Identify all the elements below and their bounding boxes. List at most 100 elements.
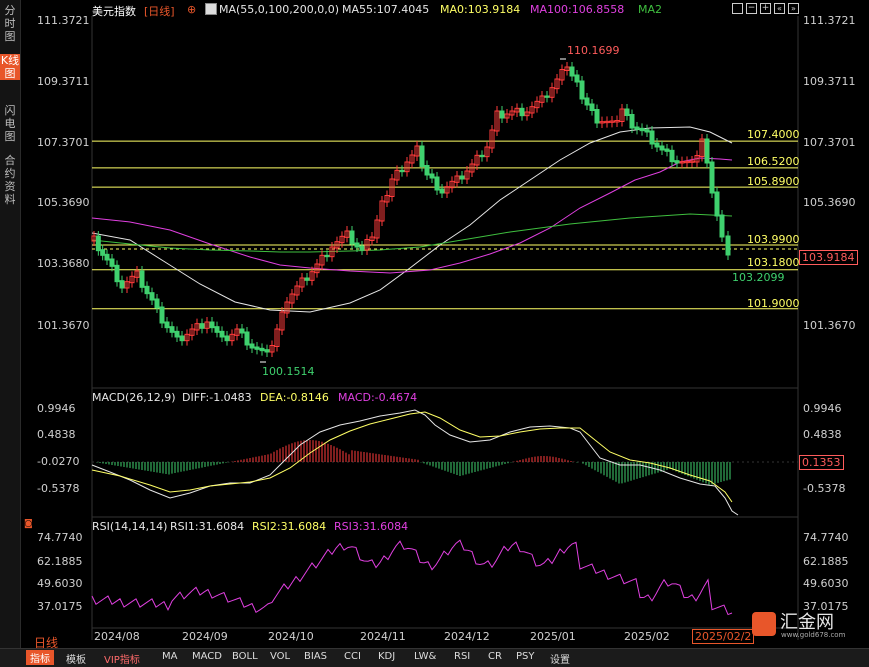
candle-body — [709, 161, 715, 194]
candle-body — [429, 173, 435, 179]
candle-body — [649, 130, 655, 145]
candle-body — [629, 114, 635, 129]
candles — [91, 62, 731, 357]
tab-cci[interactable]: CCI — [344, 651, 361, 662]
low-annotation: 100.1514 — [262, 365, 315, 378]
macd-current-tag: 0.1353 — [799, 455, 844, 470]
rsi-axis-left-1: 62.1885 — [37, 555, 83, 568]
rsi1-value: RSI1:31.6084 — [170, 520, 245, 533]
x-date-5: 2025/01 — [530, 630, 576, 643]
tab-cr[interactable]: CR — [488, 651, 502, 662]
axis-right-3: 105.3690 — [803, 196, 856, 209]
tab-template[interactable]: 模板 — [66, 651, 86, 666]
axis-left-4: 103.3680 — [37, 257, 90, 270]
candle-body — [354, 242, 360, 248]
tab-settings[interactable]: 设置 — [550, 651, 570, 666]
ma-magenta-line — [91, 157, 733, 274]
candle-body — [199, 323, 205, 329]
tab-vip-indicator[interactable]: VIP指标 — [104, 651, 140, 666]
axis-left-2: 107.3701 — [37, 136, 90, 149]
candle-body — [169, 326, 175, 333]
macd-diff-value: DIFF:-1.0483 — [182, 391, 252, 404]
rsi-axis-right-0: 74.7740 — [803, 531, 849, 544]
candle-body — [674, 160, 680, 164]
tab-lw[interactable]: LW& — [414, 651, 436, 662]
candle-body — [154, 298, 160, 309]
candle-body — [100, 249, 106, 256]
candle-body — [669, 149, 675, 163]
tab-timeshare[interactable]: 分时图 — [0, 4, 20, 43]
candle-body — [424, 165, 430, 176]
tab-rsi[interactable]: RSI — [454, 651, 470, 662]
candle-body — [249, 343, 255, 349]
x-date-4: 2024/12 — [444, 630, 490, 643]
tab-kdj[interactable]: KDJ — [378, 651, 395, 662]
axis-left-5: 101.3670 — [37, 319, 90, 332]
candle-body — [359, 245, 365, 251]
level-label-105890: 105.8900 — [747, 175, 800, 188]
tab-bias[interactable]: BIAS — [304, 651, 327, 662]
rsi-line — [91, 539, 733, 616]
candle-body — [579, 80, 585, 100]
candle-body — [639, 127, 645, 132]
price-chart[interactable] — [20, 0, 869, 648]
axis-left-1: 109.3711 — [37, 75, 90, 88]
rsi-axis-left-2: 49.6030 — [37, 577, 83, 590]
candle-body — [264, 349, 270, 353]
rsi-axis-left-0: 74.7740 — [37, 531, 83, 544]
rsi-title: RSI(14,14,14) — [92, 520, 168, 533]
candle-body — [349, 230, 355, 245]
macd-axis-right-0: 0.9946 — [803, 402, 842, 415]
current-price-tag: 103.9184 — [799, 250, 858, 265]
macd-dea-line — [91, 411, 733, 503]
candle-body — [119, 280, 125, 289]
candle-body — [239, 328, 245, 334]
rsi-settings-icon[interactable]: ◙ — [24, 519, 33, 529]
macd-title: MACD(26,12,9) — [92, 391, 176, 404]
tab-lightning[interactable]: 闪电图 — [0, 104, 20, 143]
candle-body — [144, 285, 150, 295]
chart-area[interactable]: 美元指数 [日线] ⊕ MA(55,0,100,200,0,0) MA55:10… — [20, 0, 869, 650]
tab-psy[interactable]: PSY — [516, 651, 535, 662]
candle-body — [254, 346, 260, 350]
tab-macd[interactable]: MACD — [192, 651, 222, 662]
level-label-106520: 106.5200 — [747, 155, 800, 168]
tab-kline[interactable]: K线图 — [0, 54, 20, 80]
candle-body — [574, 74, 580, 83]
recent-low-annotation: 103.2099 — [732, 271, 785, 284]
macd-axis-left-1: 0.4838 — [37, 428, 76, 441]
level-label-103180: 103.1800 — [747, 256, 800, 269]
cursor-date-tag: 2025/02/2 — [692, 629, 755, 644]
indicator-bar: 指标 模板 VIP指标 MA MACD BOLL VOL BIAS CCI KD… — [0, 648, 869, 667]
candle-body — [519, 107, 525, 117]
high-annotation: 110.1699 — [567, 44, 620, 57]
macd-macd-value: MACD:-0.4674 — [338, 391, 418, 404]
macd-axis-right-2: -0.5378 — [803, 482, 846, 495]
candle-body — [644, 129, 650, 133]
candle-body — [544, 95, 550, 98]
tab-contract-info[interactable]: 合约资料 — [0, 154, 20, 206]
tab-vol[interactable]: VOL — [270, 651, 290, 662]
candle-body — [139, 270, 145, 288]
candle-body — [584, 97, 590, 106]
watermark: 汇金网 www.gold678.com — [752, 608, 862, 644]
candle-body — [219, 330, 225, 338]
candle-body — [304, 277, 310, 281]
candle-body — [439, 188, 445, 194]
candle-body — [659, 145, 665, 151]
macd-axis-left-0: 0.9946 — [37, 402, 76, 415]
rsi3-value: RSI3:31.6084 — [334, 520, 409, 533]
level-label-101900: 101.9000 — [747, 297, 800, 310]
level-label-107400: 107.4000 — [747, 128, 800, 141]
tab-ma[interactable]: MA — [162, 651, 177, 662]
candle-body — [104, 253, 110, 261]
axis-left-0: 111.3721 — [37, 14, 90, 27]
x-date-2: 2024/10 — [268, 630, 314, 643]
tab-boll[interactable]: BOLL — [232, 651, 258, 662]
tab-indicator[interactable]: 指标 — [26, 650, 54, 665]
candle-body — [399, 169, 405, 173]
candle-body — [174, 330, 180, 338]
x-date-1: 2024/09 — [182, 630, 228, 643]
candle-body — [224, 335, 230, 342]
macd-axis-left-3: -0.5378 — [37, 482, 80, 495]
